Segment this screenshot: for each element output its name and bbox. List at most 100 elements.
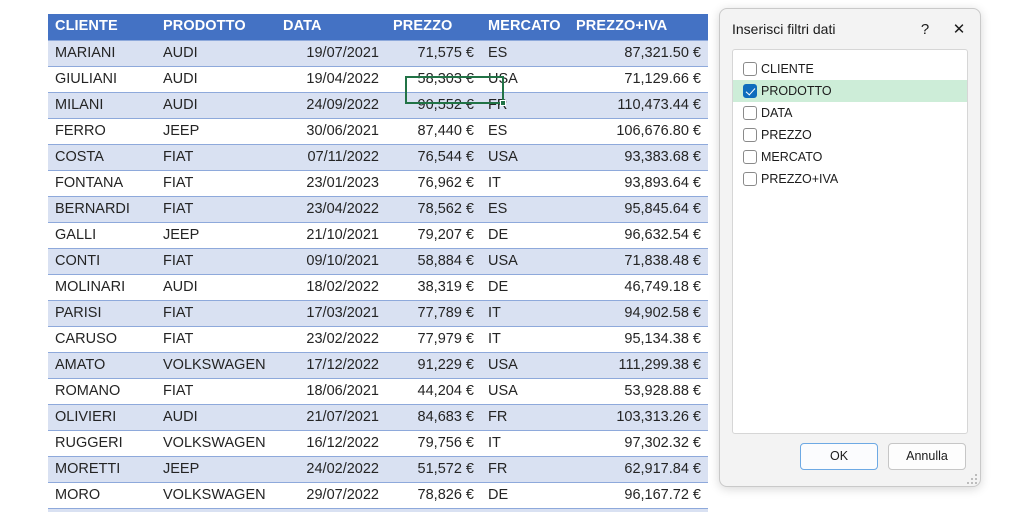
checkbox-checked-icon[interactable] — [743, 84, 757, 98]
cell-prezzo-iva[interactable]: 46,749.18 € — [569, 273, 708, 301]
cell-prezzo-iva[interactable]: 95,134.38 € — [569, 325, 708, 353]
cell-prodotto[interactable]: FIAT — [156, 169, 276, 197]
cell-cliente[interactable]: OLIVIERI — [48, 403, 156, 431]
checkbox-icon[interactable] — [743, 106, 757, 120]
cell-prodotto[interactable]: AUDI — [156, 403, 276, 431]
cell-prezzo[interactable]: 79,756 € — [386, 429, 481, 457]
cell-mercato[interactable]: USA — [481, 351, 569, 379]
cell-mercato[interactable]: IT — [481, 169, 569, 197]
cell-prodotto[interactable]: VOLKSWAGEN — [156, 429, 276, 457]
cell-cliente[interactable]: GALLI — [48, 221, 156, 249]
cell-cliente[interactable]: BASSI — [48, 507, 156, 512]
cell-prezzo[interactable]: 71,575 € — [386, 39, 481, 67]
cell-data[interactable]: 21/10/2021 — [276, 221, 386, 249]
cell-prezzo[interactable]: 44,204 € — [386, 377, 481, 405]
cell-data[interactable]: 18/02/2022 — [276, 273, 386, 301]
resize-grip-icon[interactable] — [965, 472, 977, 484]
cell-mercato[interactable]: ES — [481, 117, 569, 145]
cell-prezzo-iva[interactable]: 97,302.32 € — [569, 429, 708, 457]
cell-prezzo-iva[interactable]: 62,917.84 € — [569, 455, 708, 483]
cell-mercato[interactable]: IT — [481, 429, 569, 457]
cell-prodotto[interactable]: FIAT — [156, 325, 276, 353]
cell-data[interactable]: 19/07/2021 — [276, 39, 386, 67]
cell-prezzo-iva[interactable]: 94,902.58 € — [569, 299, 708, 327]
cell-cliente[interactable]: CARUSO — [48, 325, 156, 353]
cell-cliente[interactable]: AMATO — [48, 351, 156, 379]
cell-data[interactable]: 07/11/2022 — [276, 143, 386, 171]
cell-prezzo[interactable]: 76,962 € — [386, 169, 481, 197]
cell-mercato[interactable]: ES — [481, 195, 569, 223]
field-checkbox-list[interactable]: CLIENTE PRODOTTO DATA PREZZO MERCATO PREZZO+I… — [732, 49, 968, 434]
cell-cliente[interactable]: MARIANI — [48, 39, 156, 67]
cell-prodotto[interactable]: FIAT — [156, 195, 276, 223]
cell-data[interactable]: 16/12/2022 — [276, 429, 386, 457]
cell-mercato[interactable]: USA — [481, 143, 569, 171]
cell-prezzo-iva[interactable]: 110,473.44 € — [569, 91, 708, 119]
cell-prezzo[interactable]: 76,544 € — [386, 143, 481, 171]
cell-cliente[interactable]: MOLINARI — [48, 273, 156, 301]
table-row[interactable]: PARISI FIAT 17/03/2021 77,789 € IT 94,902.58 … — [48, 299, 708, 327]
cell-cliente[interactable]: PARISI — [48, 299, 156, 327]
column-header-prezzo-iva[interactable]: PREZZO+IVA — [569, 14, 708, 40]
cell-mercato[interactable]: DE — [481, 273, 569, 301]
table-row[interactable]: OLIVIERI AUDI 21/07/2021 84,683 € FR 103,313.… — [48, 403, 708, 431]
cancel-button[interactable]: Annulla — [888, 442, 966, 470]
cell-prodotto[interactable]: VOLKSWAGEN — [156, 481, 276, 509]
cell-prezzo[interactable]: 90,552 € — [386, 91, 481, 119]
cell-cliente[interactable]: GIULIANI — [48, 65, 156, 93]
table-row[interactable]: MORETTI JEEP 24/02/2022 51,572 € FR 62,917.84… — [48, 455, 708, 483]
dialog-titlebar[interactable]: Inserisci filtri dati ? ✕ — [720, 9, 980, 49]
cell-mercato[interactable]: IT — [481, 299, 569, 327]
cell-prezzo[interactable]: 38,319 € — [386, 273, 481, 301]
cell-mercato[interactable]: USA — [481, 65, 569, 93]
cell-prezzo-iva[interactable]: 93,893.64 € — [569, 169, 708, 197]
cell-prodotto[interactable]: AUDI — [156, 91, 276, 119]
excel-table-region[interactable]: CLIENTE PRODOTTO DATA PREZZO MERCATO PRE… — [48, 14, 708, 512]
field-list-item[interactable]: PREZZO — [733, 124, 967, 146]
cell-data[interactable]: 24/02/2022 — [276, 455, 386, 483]
cell-prezzo-iva[interactable]: 103,313.26 € — [569, 403, 708, 431]
cell-prezzo[interactable]: 51,572 € — [386, 455, 481, 483]
cell-prodotto[interactable]: AUDI — [156, 39, 276, 67]
table-row[interactable]: CONTI FIAT 09/10/2021 58,884 € USA 71,838.48 … — [48, 247, 708, 275]
cell-prezzo[interactable]: 91,229 € — [386, 351, 481, 379]
cell-prezzo-iva[interactable]: 71,838.48 € — [569, 247, 708, 275]
cell-data[interactable]: 08/05/2021 — [276, 507, 386, 512]
column-header-mercato[interactable]: MERCATO — [481, 14, 569, 40]
cell-data[interactable]: 17/12/2022 — [276, 351, 386, 379]
cell-mercato[interactable]: ES — [481, 39, 569, 67]
cell-data[interactable]: 17/03/2021 — [276, 299, 386, 327]
ok-button[interactable]: OK — [800, 442, 878, 470]
cell-mercato[interactable]: IT — [481, 325, 569, 353]
cell-prodotto[interactable]: FIAT — [156, 247, 276, 275]
cell-cliente[interactable]: RUGGERI — [48, 429, 156, 457]
cell-mercato[interactable]: DE — [481, 221, 569, 249]
table-row[interactable]: CARUSO FIAT 23/02/2022 77,979 € IT 95,134.38 … — [48, 325, 708, 353]
column-header-prodotto[interactable]: PRODOTTO — [156, 14, 276, 40]
cell-data[interactable]: 09/10/2021 — [276, 247, 386, 275]
table-row[interactable]: GALLI JEEP 21/10/2021 79,207 € DE 96,632.54 € — [48, 221, 708, 249]
cell-prezzo-iva[interactable]: 96,632.54 € — [569, 221, 708, 249]
checkbox-icon[interactable] — [743, 172, 757, 186]
close-icon[interactable]: ✕ — [942, 14, 976, 44]
cell-data[interactable]: 30/06/2021 — [276, 117, 386, 145]
table-row[interactable]: GIULIANI AUDI 19/04/2022 58,303 € USA 71,129.… — [48, 65, 708, 93]
cell-prodotto[interactable]: FIAT — [156, 507, 276, 512]
cell-prodotto[interactable]: JEEP — [156, 455, 276, 483]
cell-prezzo[interactable]: 92,219 € — [386, 507, 481, 512]
table-row[interactable]: MOLINARI AUDI 18/02/2022 38,319 € DE 46,749.1… — [48, 273, 708, 301]
checkbox-icon[interactable] — [743, 128, 757, 142]
cell-cliente[interactable]: MORETTI — [48, 455, 156, 483]
column-header-prezzo[interactable]: PREZZO — [386, 14, 481, 40]
cell-mercato[interactable]: FR — [481, 403, 569, 431]
cell-prezzo[interactable]: 79,207 € — [386, 221, 481, 249]
table-row[interactable]: ROMANO FIAT 18/06/2021 44,204 € USA 53,928.88… — [48, 377, 708, 405]
cell-prezzo[interactable]: 84,683 € — [386, 403, 481, 431]
cell-mercato[interactable]: USA — [481, 247, 569, 275]
cell-data[interactable]: 19/04/2022 — [276, 65, 386, 93]
cell-prezzo[interactable]: 77,979 € — [386, 325, 481, 353]
cell-prezzo-iva[interactable]: 93,383.68 € — [569, 143, 708, 171]
fill-handle[interactable] — [500, 100, 506, 106]
table-row[interactable]: MILANI AUDI 24/09/2022 90,552 € FR 110,473.44… — [48, 91, 708, 119]
help-icon[interactable]: ? — [908, 14, 942, 44]
